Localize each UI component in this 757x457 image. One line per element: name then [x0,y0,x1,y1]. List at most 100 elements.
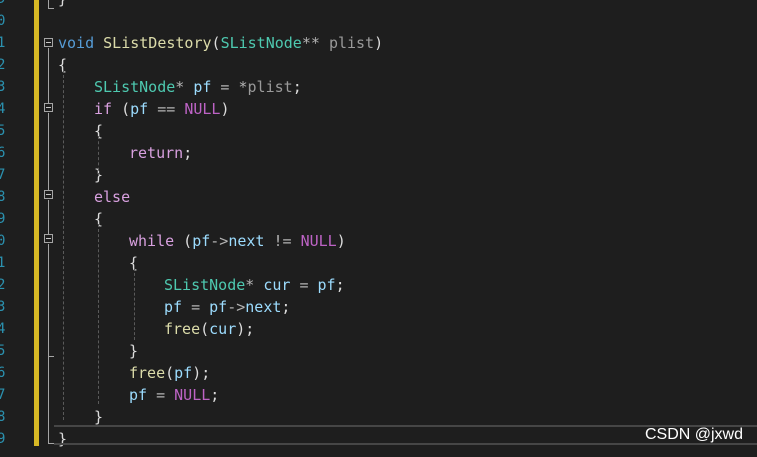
line-number: 3 [0,299,6,315]
code-line[interactable]: 5{ [0,120,757,142]
code-token: * [245,276,255,294]
fold-toggle-icon[interactable] [44,234,53,243]
code-text[interactable]: free(cur); [164,318,254,340]
code-text[interactable]: while (pf->next != NULL) [129,230,346,252]
code-token: } [129,342,139,360]
code-token: pf [129,386,148,404]
code-token: free [129,364,166,382]
line-number: 1 [0,255,6,271]
code-line[interactable]: 9} [0,0,757,10]
code-token: ; [210,386,220,404]
code-token: SListNode [94,78,176,96]
line-number: 9 [0,431,6,447]
code-line[interactable]: 1{ [0,252,757,274]
line-number: 6 [0,145,6,161]
fold-toggle-icon[interactable] [44,190,53,199]
fold-guide-line [48,48,49,103]
code-line[interactable]: 9{ [0,208,757,230]
code-token: != [264,232,301,250]
line-number: 5 [0,123,6,139]
code-token: next [245,298,282,316]
code-token: } [58,0,67,8]
code-line[interactable]: 6 return; [0,142,757,164]
code-token: = [147,386,175,404]
fold-guide-line [48,113,49,190]
code-text[interactable]: } [129,340,138,362]
line-number: 7 [0,167,6,183]
code-text[interactable]: } [58,0,67,10]
code-token: pf [193,78,212,96]
code-token: ) [336,232,346,250]
code-token: plist [247,78,293,96]
code-line[interactable]: 0 [0,10,757,32]
code-line[interactable]: 0 while (pf->next != NULL) [0,230,757,252]
code-token: ) [220,100,230,118]
code-line[interactable]: 7 pf = NULL; [0,384,757,406]
line-number: 0 [0,13,6,29]
code-editor[interactable]: 9}01void SListDestory(SListNode** plist)… [0,0,757,457]
code-line[interactable]: 4 if (pf == NULL) [0,98,757,120]
code-token: * [238,78,248,96]
code-text[interactable]: if (pf == NULL) [94,98,229,120]
indent-guide [98,136,99,176]
code-token: } [94,408,104,426]
code-token: cur [263,276,291,294]
code-line[interactable]: 8 else [0,186,757,208]
code-text[interactable]: void SListDestory(SListNode** plist) [58,32,383,54]
line-number: 8 [0,409,6,425]
code-token: if [94,100,113,118]
code-text[interactable]: SListNode* cur = pf; [164,274,345,296]
code-token: return [129,144,184,162]
code-token: = [211,78,239,96]
line-number: 9 [0,211,6,227]
code-token: SListDestory [103,34,212,52]
code-token: ; [183,144,193,162]
code-line[interactable]: 3 SListNode* pf = *plist; [0,76,757,98]
code-token: next [228,232,265,250]
code-token: free [164,320,201,338]
line-number: 0 [0,233,6,249]
code-line[interactable]: 3 pf = pf->next; [0,296,757,318]
code-text[interactable]: SListNode* pf = *plist; [94,76,302,98]
code-token: SListNode [220,34,302,52]
indent-guide [63,70,64,420]
code-token: ( [165,364,175,382]
code-line[interactable]: 5} [0,340,757,362]
code-token: ( [112,100,131,118]
code-token: = [290,276,318,294]
code-text[interactable]: else [94,186,130,208]
code-line[interactable]: 2{ [0,54,757,76]
line-number: 1 [0,35,6,51]
code-token: void [58,34,95,52]
code-text[interactable]: return; [129,142,192,164]
fold-toggle-icon[interactable] [44,103,53,112]
code-token: ); [236,320,255,338]
code-token: pf [209,298,228,316]
line-number: 7 [0,387,6,403]
code-token: pf [174,364,193,382]
indent-guide [134,268,135,340]
line-number: 9 [0,0,7,10]
code-token: * [175,78,185,96]
fold-toggle-icon[interactable] [44,38,53,47]
code-token: ; [292,78,302,96]
code-line[interactable]: 4 free(cur); [0,318,757,340]
code-text[interactable]: free(pf); [129,362,210,384]
code-text[interactable]: pf = pf->next; [164,296,290,318]
code-line[interactable]: 7} [0,164,757,186]
code-line[interactable]: 1 void SListDestory(SListNode** plist) [0,32,757,54]
code-line[interactable]: 6 free(pf); [0,362,757,384]
code-token: ; [335,276,345,294]
indent-guide [98,224,99,404]
code-token: else [94,188,131,206]
line-number: 3 [0,79,6,95]
code-line[interactable]: 2 SListNode* cur = pf; [0,274,757,296]
code-token: pf [317,276,336,294]
line-number: 2 [0,277,6,293]
line-number: 5 [0,343,6,359]
code-text[interactable]: pf = NULL; [129,384,219,406]
